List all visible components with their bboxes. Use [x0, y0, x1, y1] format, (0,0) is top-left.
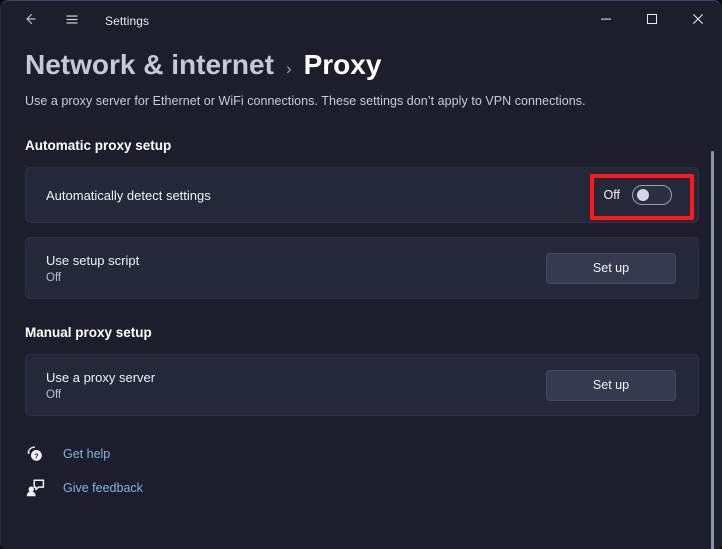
title-bar: Settings [1, 1, 721, 41]
scrollbar-thumb[interactable] [711, 151, 714, 549]
card-title: Use a proxy server [46, 369, 546, 386]
card-status-value: Off [46, 271, 546, 285]
svg-text:?: ? [34, 451, 39, 460]
toggle-state-label: Off [604, 188, 620, 202]
settings-window: Settings [0, 0, 722, 549]
section-header-manual-proxy-setup: Manual proxy setup [1, 299, 721, 340]
window-controls [583, 1, 721, 41]
maximize-button[interactable] [629, 1, 675, 41]
feedback-person-icon [25, 478, 45, 498]
card-status-value: Off [46, 388, 546, 402]
card-text-group: Use a proxy server Off [46, 369, 546, 402]
give-feedback-label: Give feedback [63, 481, 143, 495]
setup-script-set-up-button[interactable]: Set up [546, 253, 676, 284]
page-description: Use a proxy server for Ethernet or WiFi … [1, 81, 721, 108]
breadcrumb-separator-icon: › [286, 59, 292, 79]
toggle-group: Off [604, 185, 672, 205]
card-use-setup-script: Use setup script Off Set up [25, 237, 699, 299]
close-button[interactable] [675, 1, 721, 41]
card-automatically-detect-settings: Automatically detect settings Off [25, 167, 699, 223]
section-header-automatic-proxy-setup: Automatic proxy setup [1, 108, 721, 153]
minimize-icon [600, 12, 612, 30]
hamburger-menu-icon [64, 11, 80, 32]
proxy-server-set-up-button[interactable]: Set up [546, 370, 676, 401]
give-feedback-link[interactable]: Give feedback [25, 478, 143, 498]
card-title: Use setup script [46, 252, 546, 269]
card-text-group: Use setup script Off [46, 252, 546, 285]
card-use-a-proxy-server: Use a proxy server Off Set up [25, 354, 699, 416]
settings-page: Network & internet › Proxy Use a proxy s… [1, 41, 721, 549]
get-help-label: Get help [63, 447, 110, 461]
get-help-link[interactable]: ? Get help [25, 444, 110, 464]
automatically-detect-settings-toggle[interactable] [632, 185, 672, 205]
breadcrumb: Network & internet › Proxy [1, 41, 721, 81]
card-text-group: Automatically detect settings [46, 187, 604, 204]
breadcrumb-parent-link[interactable]: Network & internet [25, 49, 274, 81]
card-title: Automatically detect settings [46, 187, 604, 204]
hamburger-menu-button[interactable] [53, 5, 91, 37]
toggle-knob [637, 189, 649, 201]
vertical-scrollbar[interactable] [707, 145, 717, 549]
close-icon [692, 12, 704, 30]
back-button[interactable] [11, 5, 49, 37]
minimize-button[interactable] [583, 1, 629, 41]
maximize-icon [646, 12, 658, 30]
page-title: Proxy [304, 49, 382, 81]
app-title: Settings [105, 14, 149, 28]
help-question-icon: ? [25, 444, 45, 464]
footer-links: ? Get help Give feedback [1, 416, 721, 498]
back-arrow-icon [22, 11, 38, 32]
